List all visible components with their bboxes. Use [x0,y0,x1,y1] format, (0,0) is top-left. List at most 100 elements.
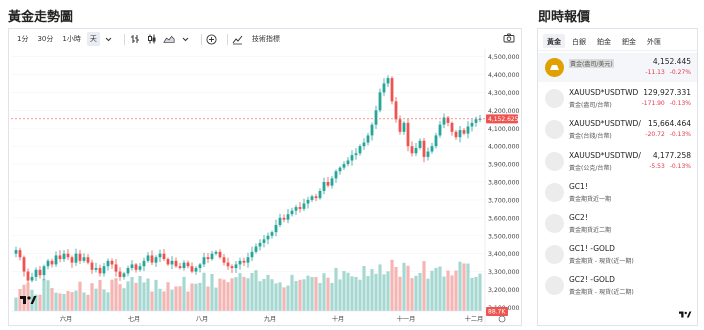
candle-body [466,126,470,134]
candle-body [370,124,374,136]
candle-body [438,124,442,136]
candle-body [274,225,278,233]
candle-body [70,257,74,263]
candle-body [254,246,258,252]
volume-bar [138,276,142,311]
candle-body [242,260,246,263]
volume-bar [94,288,98,311]
price-chart[interactable]: 4,500,000 4,400,000 4,300,000 4,200,000 4,10… [9,49,521,325]
volume-bar [38,294,42,311]
quote-row[interactable]: GC2! 黃金期貨近二期 [538,209,697,238]
candle-body [434,135,438,147]
volume-bar [466,263,470,311]
candle-body [374,110,378,125]
candle-body [178,266,182,268]
quote-row[interactable]: XAUUSD*USDTWD 黃金(盎司/台幣) 129,927.331 -171.90… [538,84,697,113]
quote-row[interactable]: 黃金(盎司/美元) 4,152.445 -11.13 -0.27% [538,53,697,82]
quote-row[interactable]: GC2! -GOLD 黃金期貨 - 現貨(近二期) [538,271,697,300]
chevron-down-icon[interactable] [103,33,115,45]
tab-palladium[interactable]: 鈀金 [618,34,640,48]
volume-bar [178,286,182,311]
x-tick-label: 十二月 [465,315,484,323]
tab-platinum[interactable]: 鉑金 [593,34,615,48]
quote-change: -5.53 -0.13% [649,163,691,170]
volume-bar [42,278,46,311]
volume-bar [374,273,378,311]
quote-row[interactable]: XAUUSD*USDTWD/黃金(公克/台幣) 4,177.258 -5.53 -0.… [538,147,697,176]
candle-body [446,117,450,123]
tab-forex[interactable]: 外匯 [643,34,665,48]
toolbar-divider [226,33,228,45]
quote-change-value: -171.90 [641,100,665,108]
commodity-icon [545,89,564,109]
quote-description: 黃金(盎司/台幣) [569,102,612,110]
interval-1hour[interactable]: 1小時 [59,32,83,46]
volume-bar [238,273,242,311]
candle-body [126,268,130,274]
volume-bar [358,279,362,311]
volume-bar [470,277,474,311]
tradingview-logo [19,291,37,304]
volume-bar [282,287,286,311]
volume-bar [318,282,322,311]
candle-body [306,199,310,204]
interval-30min[interactable]: 30分 [34,32,56,46]
candle-body [186,262,190,267]
add-icon[interactable] [206,33,218,45]
commodity-icon [545,214,564,233]
bar-chart-icon[interactable] [129,33,141,45]
volume-bar [66,290,70,311]
quote-row[interactable]: GC1! 黃金期貨近一期 [538,178,697,207]
x-tick-label: 六月 [60,315,72,323]
candle-body [114,264,118,272]
volume-bar [414,275,418,311]
tradingview-logo [678,310,692,321]
quote-symbol: GC1! -GOLD [569,244,615,254]
y-tick-label: 3,900,000 [488,162,520,169]
chart-toolbar: 1分 30分 1小時 天 技術指標 [9,29,521,49]
candle-body [318,190,322,199]
quote-price: 4,177.258 [652,150,691,160]
volume-bar [478,273,482,311]
quote-row[interactable]: GC1! -GOLD 黃金期貨 - 現貨(近一期) [538,240,697,269]
candle-body [94,268,98,270]
candle-body [226,262,230,267]
candle-body [282,217,286,220]
camera-icon[interactable] [503,33,515,45]
volume-bar [78,281,82,311]
candle-body [334,171,338,179]
interval-day[interactable]: 天 [86,32,100,46]
volume-bar [54,292,58,311]
volume-bar [190,283,194,311]
candle-body [342,164,346,168]
interval-1min[interactable]: 1分 [14,32,31,46]
quote-symbol: XAUUSD*USDTWD [569,88,639,98]
volume-bar [170,289,174,311]
x-tick-label: 十月 [332,315,344,323]
candlestick-icon[interactable] [146,33,158,45]
tab-silver[interactable]: 白銀 [568,34,590,48]
candle-body [86,257,90,263]
quote-row[interactable]: XAUUSD*USDTWD/黃金(台錢/台幣) 15,664.464 -20.72-… [538,115,697,144]
chevron-down-icon[interactable] [180,33,192,45]
candle-body [50,260,54,265]
candle-body [214,251,218,254]
volume-bar [166,282,170,311]
volume-bar [330,282,334,311]
tab-gold[interactable]: 黃金 [543,34,565,48]
indicators-icon[interactable] [232,33,244,45]
area-chart-icon[interactable] [163,33,175,45]
current-price-label: 4,152.625 [488,116,519,123]
volume-bar [338,279,342,311]
volume-bar [398,276,402,311]
candle-body [246,257,250,263]
candle-body [390,78,394,102]
indicators-button[interactable]: 技術指標 [249,32,283,46]
quote-symbol: GC2! -GOLD [569,275,615,285]
settings-icon[interactable] [498,315,506,323]
volume-bar [250,272,254,311]
candle-body [430,146,434,152]
candle-body [330,178,334,186]
candle-body [138,266,142,270]
candle-body [302,203,306,209]
